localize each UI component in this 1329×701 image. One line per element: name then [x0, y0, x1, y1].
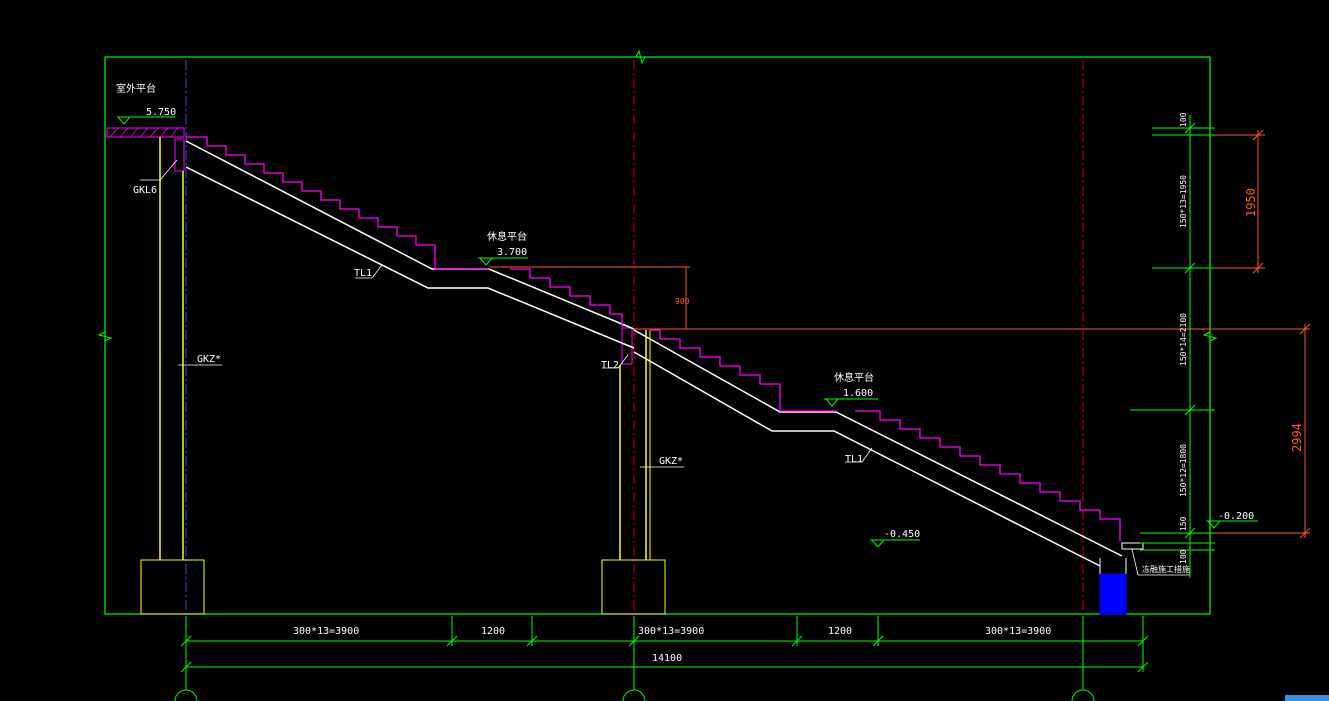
dim-bottom-3: 300*13=3900 — [638, 626, 704, 637]
axis-bubble-mid — [622, 689, 646, 701]
dim-bottom-4: 1200 — [828, 626, 852, 637]
level-marker-mid — [478, 257, 528, 266]
dim-right-3: 150*14=2100 — [1179, 313, 1188, 366]
level-top-value: 5.750 — [146, 107, 176, 118]
level-low-title: 休息平台 — [834, 371, 874, 384]
level-mid-title: 休息平台 — [487, 230, 527, 243]
level-entry-value: -0.200 — [1218, 511, 1254, 522]
label-foot-note: 冻融施工措施 — [1142, 564, 1190, 574]
level-ground-value: -0.450 — [884, 529, 920, 540]
dim-outer-1950: 1950 — [1244, 188, 1258, 217]
stair-section-drawing: 室外平台 5.750 休息平台 3.700 休息平台 1.600 -0.450 … — [97, 49, 1311, 701]
dim-right-4: 150*12=1800 — [1179, 444, 1188, 497]
dim-bottom-2: 1200 — [481, 626, 505, 637]
window-corner-indicator — [1285, 695, 1329, 701]
level-low-value: 1.600 — [843, 388, 873, 399]
beam-gkl6 — [174, 138, 185, 172]
level-top-title: 室外平台 — [116, 82, 156, 95]
top-landing-slab — [106, 127, 185, 138]
axis-bubble-left — [174, 689, 198, 701]
steps-flight-2 — [510, 268, 623, 327]
lower-flight-bottom-edge — [633, 351, 1101, 567]
dim-bottom-5: 300*13=3900 — [985, 626, 1051, 637]
dim-right-5: 150 — [1179, 516, 1188, 531]
drawing-frame — [104, 56, 1211, 615]
axis-bubble-right — [1071, 689, 1095, 701]
dim-right-2: 150*13=1950 — [1179, 175, 1188, 228]
entry-slab — [1121, 542, 1144, 550]
footing-right-outline — [1099, 558, 1127, 574]
steps-flight-4 — [855, 410, 1121, 541]
dim-right-inner — [1130, 115, 1215, 578]
footing-left — [140, 559, 205, 615]
label-column-left: GKZ* — [197, 354, 221, 365]
footing-right — [1099, 573, 1127, 615]
upper-flight-top-edge — [185, 140, 635, 330]
dim-right-outer — [1215, 129, 1311, 539]
steps-flight-3 — [650, 329, 836, 412]
level-mid-value: 3.700 — [497, 247, 527, 258]
level-marker-entry — [1206, 520, 1258, 529]
dim-bottom-1: 300*13=3900 — [293, 626, 359, 637]
level-marker-top — [117, 116, 175, 125]
top-landing-hatch — [109, 127, 179, 138]
dim-right-1: 100 — [1179, 112, 1188, 127]
dim-right-6: 100 — [1179, 549, 1188, 564]
dim-outer-2994: 2994 — [1290, 423, 1304, 452]
label-beam-gkl6: GKL6 — [133, 185, 157, 196]
label-tl1-upper: TL1 — [354, 268, 372, 279]
label-tl1-lower: TL1 — [845, 454, 863, 465]
label-tl2: TL2 — [601, 360, 619, 371]
lower-flight-top-edge — [633, 329, 1123, 557]
level-marker-ground — [870, 539, 920, 548]
leader-gkl6 — [140, 159, 178, 181]
steps-flight-1 — [186, 136, 489, 270]
dim-total: 14100 — [652, 653, 682, 664]
level-marker-low — [824, 398, 878, 407]
label-column-mid: GKZ* — [659, 456, 683, 467]
label-mid-riser: 900 — [675, 297, 690, 306]
